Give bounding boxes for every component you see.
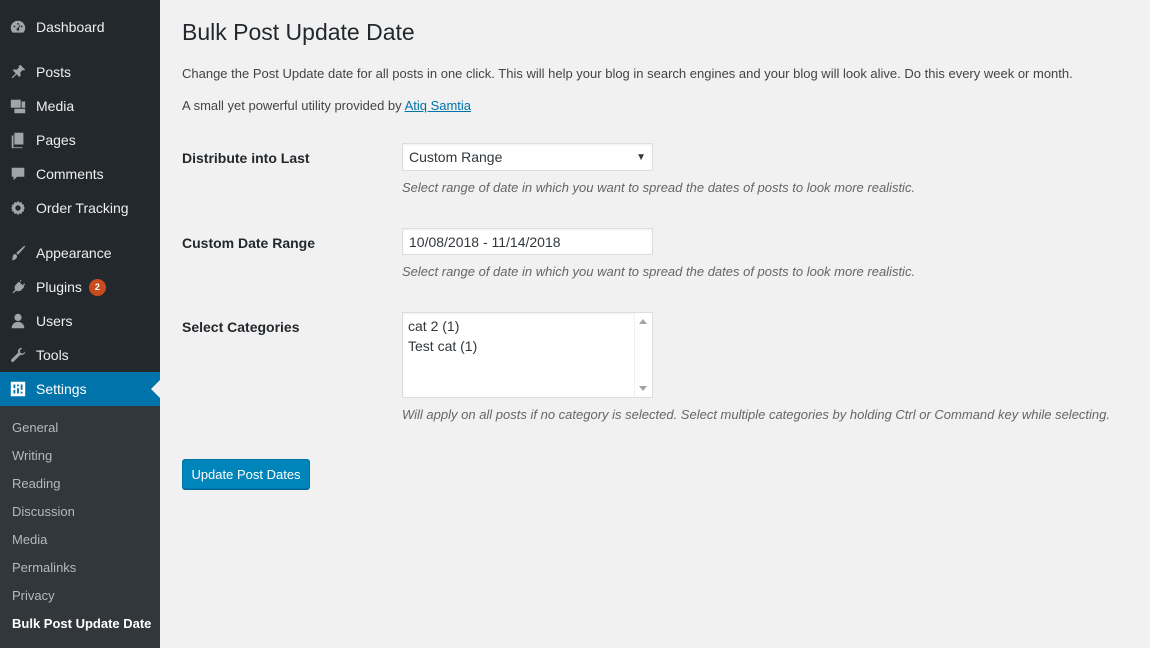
sidebar-item-media[interactable]: Media: [0, 89, 160, 123]
submenu-item-general[interactable]: General: [12, 420, 58, 435]
submenu-item-bulk-post-update-date[interactable]: Bulk Post Update Date: [12, 616, 151, 631]
sidebar-item-label: Appearance: [36, 245, 112, 261]
distribute-help: Select range of date in which you want t…: [402, 180, 916, 195]
distribute-selected-value: Custom Range: [409, 149, 503, 165]
gear-icon: [8, 198, 28, 218]
sidebar-item-label: Posts: [36, 64, 72, 80]
media-icon: [8, 96, 28, 116]
listbox-scrollbar[interactable]: [634, 313, 652, 397]
pin-icon: [8, 62, 28, 82]
dropdown-arrow-icon: ▼: [636, 151, 646, 163]
sidebar-item-order-tracking[interactable]: Order Tracking: [0, 191, 160, 225]
submenu-item-writing[interactable]: Writing: [12, 448, 52, 463]
sidebar-item-label: Pages: [36, 132, 76, 148]
sidebar-item-label: Comments: [36, 166, 104, 182]
update-post-dates-button[interactable]: Update Post Dates: [182, 459, 310, 489]
sidebar-item-settings[interactable]: Settings: [0, 372, 160, 406]
comment-icon: [8, 164, 28, 184]
sidebar-item-pages[interactable]: Pages: [0, 123, 160, 157]
distribute-label: Distribute into Last: [182, 150, 310, 166]
page-title: Bulk Post Update Date: [182, 19, 415, 45]
sidebar-item-users[interactable]: Users: [0, 304, 160, 338]
sidebar-item-label: Users: [36, 313, 73, 329]
submenu-item-permalinks[interactable]: Permalinks: [12, 560, 76, 575]
distribute-select[interactable]: Custom Range ▼: [402, 143, 653, 171]
date-range-input[interactable]: 10/08/2018 - 11/14/2018: [402, 228, 653, 255]
sidebar-item-comments[interactable]: Comments: [0, 157, 160, 191]
sidebar-item-label: Settings: [36, 381, 87, 397]
admin-sidebar: Dashboard Posts Media Pages Comments Ord…: [0, 0, 160, 648]
sidebar-item-label: Media: [36, 98, 75, 114]
current-menu-arrow: [151, 380, 160, 398]
scroll-up-arrow-icon[interactable]: [639, 319, 647, 324]
main-content: Bulk Post Update Date Change the Post Up…: [160, 0, 1150, 648]
categories-multiselect[interactable]: cat 2 (1) Test cat (1): [402, 312, 653, 398]
date-range-value: 10/08/2018 - 11/14/2018: [409, 233, 561, 250]
plugins-update-badge: 2: [88, 278, 106, 296]
sidebar-item-label: Tools: [36, 347, 69, 363]
categories-help: Will apply on all posts if no category i…: [402, 407, 1110, 422]
dashboard-icon: [8, 17, 28, 37]
settings-sliders-icon: [8, 379, 28, 399]
category-option[interactable]: Test cat (1): [408, 338, 477, 354]
wrench-icon: [8, 345, 28, 365]
sidebar-item-plugins[interactable]: Plugins 2: [0, 270, 160, 304]
category-option[interactable]: cat 2 (1): [408, 318, 459, 334]
sidebar-item-posts[interactable]: Posts: [0, 55, 160, 89]
brush-icon: [8, 243, 28, 263]
credit-line: A small yet powerful utility provided by…: [182, 98, 471, 113]
pages-icon: [8, 130, 28, 150]
sidebar-item-label: Order Tracking: [36, 200, 129, 216]
page-description: Change the Post Update date for all post…: [182, 66, 1073, 81]
date-range-label: Custom Date Range: [182, 235, 316, 251]
scroll-down-arrow-icon[interactable]: [639, 386, 647, 391]
plug-icon: [8, 277, 28, 297]
submenu-item-media[interactable]: Media: [12, 532, 47, 547]
categories-label: Select Categories: [182, 319, 300, 335]
submenu-item-reading[interactable]: Reading: [12, 476, 60, 491]
sidebar-item-appearance[interactable]: Appearance: [0, 236, 160, 270]
author-link[interactable]: Atiq Samtia: [405, 98, 471, 113]
sidebar-item-label: Plugins: [36, 279, 82, 295]
settings-submenu: General Writing Reading Discussion Media…: [0, 406, 160, 648]
sidebar-item-label: Dashboard: [36, 19, 105, 35]
date-range-help: Select range of date in which you want t…: [402, 264, 916, 279]
credit-prefix: A small yet powerful utility provided by: [182, 98, 402, 113]
user-icon: [8, 311, 28, 331]
sidebar-item-tools[interactable]: Tools: [0, 338, 160, 372]
submenu-item-privacy[interactable]: Privacy: [12, 588, 55, 603]
sidebar-item-dashboard[interactable]: Dashboard: [0, 10, 160, 44]
submenu-item-discussion[interactable]: Discussion: [12, 504, 75, 519]
